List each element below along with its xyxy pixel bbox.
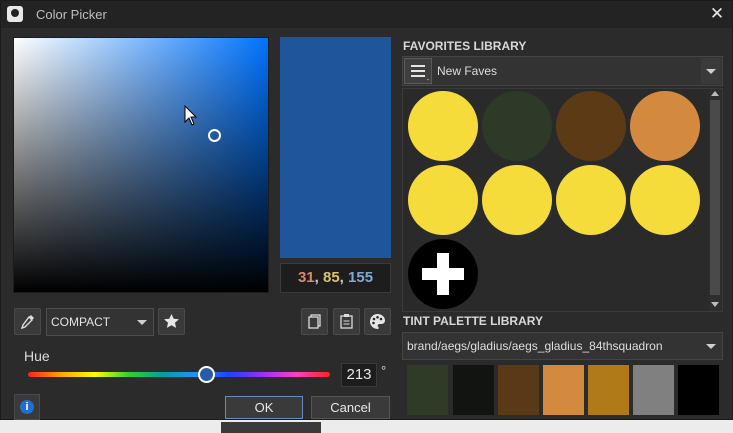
mouse-cursor-icon	[184, 105, 198, 126]
add-favorite-button[interactable]	[408, 239, 478, 309]
chevron-down-icon[interactable]	[701, 333, 721, 359]
scrollbar-thumb[interactable]	[710, 100, 720, 295]
app-icon	[7, 6, 23, 22]
tint-palette-path: brand/aegs/gladius/aegs_gladius_84thsqua…	[407, 339, 663, 353]
palette-button[interactable]	[364, 308, 391, 335]
color-selector-handle[interactable]	[208, 129, 221, 142]
chevron-down-icon	[137, 320, 147, 325]
favorite-color-swatch[interactable]	[556, 165, 626, 235]
current-color-swatch	[280, 37, 391, 258]
hue-label: Hue	[24, 348, 50, 364]
tint-swatch[interactable]	[543, 365, 584, 415]
red-value: 31	[297, 269, 315, 286]
close-icon[interactable]: ✕	[707, 4, 727, 24]
title-bar: Color Picker ✕	[1, 1, 732, 28]
tint-swatch[interactable]	[633, 365, 674, 415]
favorite-color-swatch[interactable]	[630, 165, 700, 235]
rgb-readout[interactable]: 31, 85, 155	[280, 263, 391, 293]
favorite-color-swatch[interactable]	[556, 91, 626, 161]
favorites-library-dropdown[interactable]	[701, 58, 721, 84]
favorites-library-title: FAVORITES LIBRARY	[403, 39, 527, 53]
scroll-down-icon[interactable]	[710, 299, 720, 309]
plus-icon	[422, 253, 464, 295]
tint-swatch[interactable]	[498, 365, 539, 415]
eyedropper-icon	[20, 315, 34, 330]
hamburger-menu-icon	[411, 65, 429, 81]
background-item	[221, 422, 321, 433]
mode-dropdown-value: COMPACT	[51, 315, 111, 329]
hue-slider-handle[interactable]	[198, 366, 216, 383]
green-value: 85	[322, 269, 340, 286]
eyedropper-button[interactable]	[14, 308, 41, 335]
paste-button[interactable]	[333, 308, 360, 335]
background-window	[0, 420, 733, 433]
ok-button[interactable]: OK	[225, 396, 303, 419]
tint-swatch[interactable]	[588, 365, 629, 415]
cancel-button[interactable]: Cancel	[311, 396, 390, 419]
scroll-up-icon[interactable]	[710, 89, 720, 99]
favorite-color-swatch[interactable]	[408, 91, 478, 161]
clipboard-icon	[340, 314, 353, 329]
tint-swatch[interactable]	[678, 365, 719, 415]
saturation-value-pad[interactable]	[13, 37, 269, 293]
window-title: Color Picker	[36, 7, 107, 22]
favorites-library-name: New Faves	[437, 64, 498, 78]
palette-icon	[370, 314, 385, 329]
favorite-color-swatch[interactable]	[630, 91, 700, 161]
hue-slider-track[interactable]	[28, 372, 330, 377]
favorite-color-swatch[interactable]	[408, 165, 478, 235]
tint-swatch[interactable]	[407, 365, 448, 415]
info-icon: i	[20, 400, 34, 414]
library-menu-button[interactable]	[404, 58, 432, 84]
copy-icon	[308, 314, 321, 329]
tint-palette-library-title: TINT PALETTE LIBRARY	[403, 314, 543, 328]
favorite-color-swatch[interactable]	[482, 91, 552, 161]
tint-swatch[interactable]	[453, 365, 494, 415]
mode-dropdown[interactable]: COMPACT	[46, 308, 154, 336]
favorite-color-swatch[interactable]	[482, 165, 552, 235]
hue-value-field[interactable]: 213	[341, 363, 377, 387]
star-icon	[164, 314, 179, 328]
color-picker-window: Color Picker ✕ 31, 85, 155 COMPACT Hue 2…	[0, 0, 733, 420]
degree-symbol: °	[381, 363, 387, 378]
blue-value: 155	[348, 269, 374, 286]
favorite-button[interactable]	[158, 308, 185, 335]
info-button[interactable]: i	[14, 394, 40, 420]
copy-button[interactable]	[301, 308, 328, 335]
